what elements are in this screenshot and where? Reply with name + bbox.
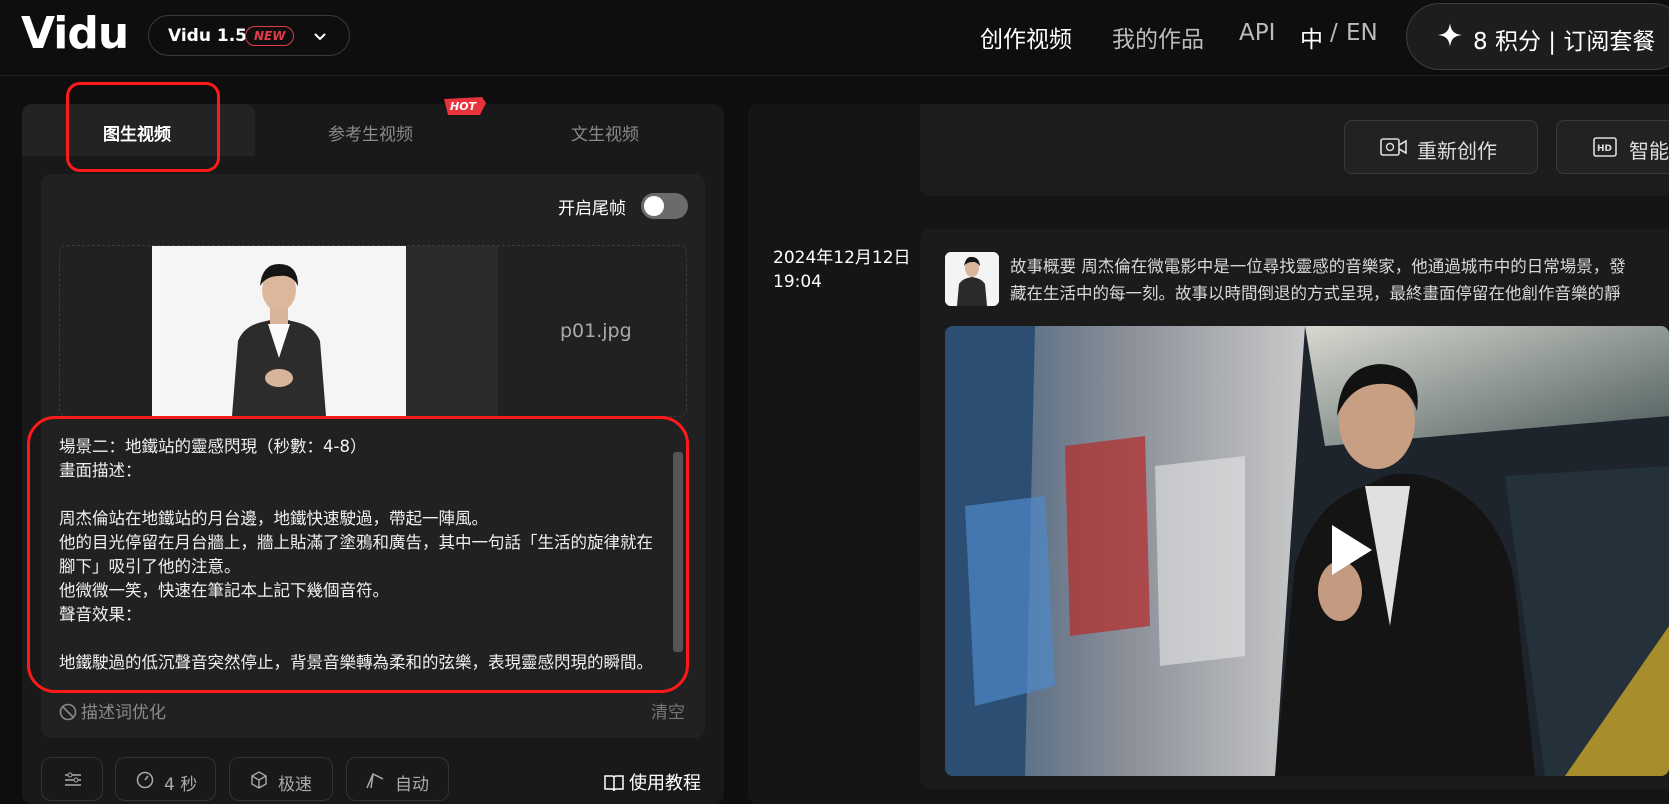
- hd-enhance-button[interactable]: HD 智能: [1556, 120, 1669, 174]
- end-frame-label: 开启尾帧: [558, 199, 626, 219]
- story-line-2: 藏在生活中的每一刻。故事以時間倒退的方式呈現，最終畫面停留在他創作音樂的靜: [1010, 284, 1621, 303]
- sliders-icon: [65, 772, 81, 786]
- tab-text-to-video[interactable]: 文生视频: [571, 120, 639, 145]
- hot-badge-text: HOT: [450, 100, 478, 113]
- clock-icon: [136, 771, 154, 789]
- version-selector[interactable]: Vidu 1.5 NEW: [148, 15, 350, 56]
- toggle-knob: [644, 196, 664, 216]
- play-icon[interactable]: [1330, 523, 1374, 577]
- nav-create-video[interactable]: 创作视频: [980, 20, 1072, 54]
- tab-reference-to-video[interactable]: 参考生视频: [328, 120, 413, 145]
- end-frame-toggle[interactable]: [641, 193, 688, 219]
- story-summary: 故事概要 周杰倫在微電影中是一位尋找靈感的音樂家，他通過城市中的日常場景，發 藏…: [1010, 253, 1669, 307]
- optimize-label: 描述词优化: [81, 703, 166, 723]
- file-name: p01.jpg: [560, 320, 632, 342]
- credits-subscribe-button[interactable]: 8 积分 | 订阅套餐: [1406, 3, 1669, 70]
- story-line-1: 故事概要 周杰倫在微電影中是一位尋找靈感的音樂家，他通過城市中的日常場景，發: [1010, 257, 1626, 276]
- mode-selector[interactable]: 自动: [346, 757, 449, 801]
- lang-separator: /: [1330, 20, 1338, 46]
- new-badge: NEW: [245, 26, 295, 46]
- settings-button[interactable]: [41, 757, 103, 801]
- tutorial-link[interactable]: 使用教程: [604, 769, 701, 795]
- source-image-avatar[interactable]: [945, 252, 999, 306]
- hd-label: 智能: [1629, 139, 1669, 163]
- speed-label: 极速: [278, 775, 312, 795]
- recreate-button[interactable]: 重新创作: [1344, 120, 1538, 174]
- mode-label: 自动: [395, 775, 429, 795]
- clear-button[interactable]: 清空: [651, 698, 685, 723]
- video-frame: [945, 326, 1669, 776]
- cube-icon: [251, 771, 267, 789]
- generation-timestamp: 2024年12月12日 19:04: [773, 248, 911, 292]
- vidu-logo[interactable]: Vidu: [21, 8, 129, 59]
- book-icon: [604, 775, 624, 792]
- svg-text:HD: HD: [1597, 144, 1612, 154]
- video-player[interactable]: [945, 326, 1669, 776]
- tutorial-label: 使用教程: [629, 773, 701, 794]
- highlight-active-tab: [66, 82, 220, 172]
- top-bar: Vidu Vidu 1.5 NEW 创作视频 我的作品 API 中 / EN 8…: [0, 0, 1669, 76]
- person-photo: [152, 246, 406, 416]
- prompt-optimize-toggle[interactable]: 描述词优化: [59, 698, 166, 723]
- hd-icon: HD: [1593, 137, 1617, 157]
- camera-motion-icon: [366, 772, 384, 789]
- sparkle-icon: [1438, 23, 1462, 47]
- nav-my-works[interactable]: 我的作品: [1112, 20, 1204, 54]
- hot-badge: HOT: [444, 97, 486, 115]
- credits-label: 8 积分 | 订阅套餐: [1473, 29, 1656, 55]
- duration-selector[interactable]: 4 秒: [115, 757, 216, 801]
- lang-zh[interactable]: 中: [1300, 20, 1323, 54]
- highlight-prompt: [27, 416, 689, 693]
- recreate-label: 重新创作: [1417, 139, 1497, 163]
- avatar-photo: [945, 252, 999, 306]
- recreate-icon: [1380, 138, 1407, 156]
- uploaded-image-thumbnail: [152, 246, 406, 416]
- duration-label: 4 秒: [164, 775, 198, 795]
- disabled-icon: [59, 703, 77, 721]
- lang-en[interactable]: EN: [1346, 20, 1378, 46]
- chevron-down-icon: [314, 33, 326, 41]
- speed-selector[interactable]: 极速: [229, 757, 333, 801]
- version-label: Vidu 1.5: [168, 26, 247, 46]
- nav-api[interactable]: API: [1239, 20, 1275, 46]
